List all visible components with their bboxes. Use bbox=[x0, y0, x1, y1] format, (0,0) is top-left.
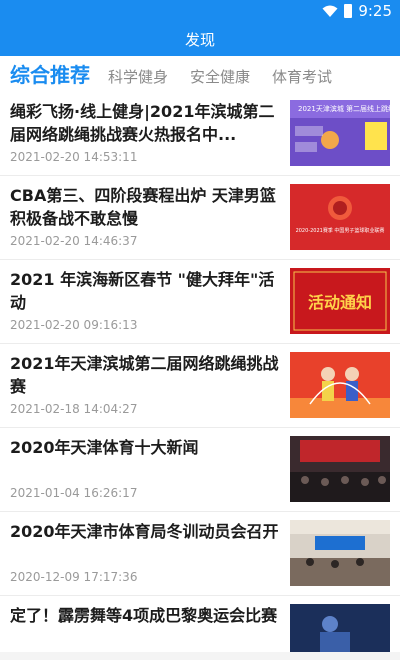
profile-icon[interactable] bbox=[328, 652, 338, 660]
wifi-icon bbox=[322, 5, 338, 17]
thumb-caption: 活动通知 bbox=[308, 293, 372, 312]
thumb-caption: 2021天津滨城 第二届线上跳绳挑战赛 bbox=[298, 104, 390, 113]
article-title: 定了！霹雳舞等4项成巴黎奥运会比赛 bbox=[10, 606, 278, 625]
article-time: 2021-02-20 14:53:11 bbox=[10, 150, 138, 164]
article-title: CBA第三、四阶段赛程出炉 天津男篮积极备战不敢怠慢 bbox=[10, 186, 276, 228]
article-time: 2021-02-18 14:04:27 bbox=[10, 402, 138, 416]
article-thumbnail: 活动通知 bbox=[290, 268, 390, 334]
article-thumbnail bbox=[290, 436, 390, 502]
home-icon[interactable] bbox=[60, 652, 70, 660]
tab-science-fitness[interactable]: 科学健身 bbox=[108, 62, 168, 92]
article-list: 绳彩飞扬·线上健身|2021年滨城第二届网络跳绳挑战赛火热报名中... 2021… bbox=[0, 92, 400, 652]
tab-comprehensive[interactable]: 综合推荐 bbox=[10, 58, 90, 92]
article-title: 2020年天津体育十大新闻 bbox=[10, 438, 199, 457]
article-title: 2020年天津市体育局冬训动员会召开 bbox=[10, 522, 279, 541]
tab-sports-exam[interactable]: 体育考试 bbox=[272, 62, 332, 92]
article-title: 2021 年滨海新区春节 "健大拜年"活动 bbox=[10, 270, 275, 312]
article-title: 2021年天津滨城第二届网络跳绳挑战赛 bbox=[10, 354, 279, 396]
category-tabs: 综合推荐 科学健身 安全健康 体育考试 bbox=[0, 56, 400, 92]
article-thumbnail: 2020-2021赛季 中国男子篮球职业联赛 bbox=[290, 184, 390, 250]
list-item[interactable]: 定了！霹雳舞等4项成巴黎奥运会比赛 bbox=[0, 596, 400, 652]
article-time: 2021-02-20 09:16:13 bbox=[10, 318, 138, 332]
list-item[interactable]: 2020年天津体育十大新闻 2021-01-04 16:26:17 bbox=[0, 428, 400, 512]
article-thumbnail bbox=[290, 604, 390, 652]
article-time: 2021-01-04 16:26:17 bbox=[10, 486, 138, 500]
article-thumbnail bbox=[290, 520, 390, 586]
status-bar: 9:25 bbox=[0, 0, 400, 24]
page-title: 发现 bbox=[0, 24, 400, 56]
discover-icon[interactable] bbox=[195, 652, 205, 660]
list-item[interactable]: 绳彩飞扬·线上健身|2021年滨城第二届网络跳绳挑战赛火热报名中... 2021… bbox=[0, 92, 400, 176]
article-title: 绳彩飞扬·线上健身|2021年滨城第二届网络跳绳挑战赛火热报名中... bbox=[10, 102, 275, 144]
list-item[interactable]: 2020年天津市体育局冬训动员会召开 2020-12-09 17:17:36 bbox=[0, 512, 400, 596]
status-time: 9:25 bbox=[358, 2, 392, 20]
battery-icon bbox=[344, 4, 353, 18]
list-item[interactable]: 2021年天津滨城第二届网络跳绳挑战赛 2021-02-18 14:04:27 bbox=[0, 344, 400, 428]
bottom-nav bbox=[0, 652, 400, 660]
tab-safety-health[interactable]: 安全健康 bbox=[190, 62, 250, 92]
article-time: 2020-12-09 17:17:36 bbox=[10, 570, 138, 584]
list-item[interactable]: 2021 年滨海新区春节 "健大拜年"活动 2021-02-20 09:16:1… bbox=[0, 260, 400, 344]
article-thumbnail: 2021天津滨城 第二届线上跳绳挑战赛 bbox=[290, 100, 390, 166]
article-time: 2021-02-20 14:46:37 bbox=[10, 234, 138, 248]
article-thumbnail bbox=[290, 352, 390, 418]
thumb-caption: 2020-2021赛季 中国男子篮球职业联赛 bbox=[296, 227, 385, 234]
list-item[interactable]: CBA第三、四阶段赛程出炉 天津男篮积极备战不敢怠慢 2021-02-20 14… bbox=[0, 176, 400, 260]
